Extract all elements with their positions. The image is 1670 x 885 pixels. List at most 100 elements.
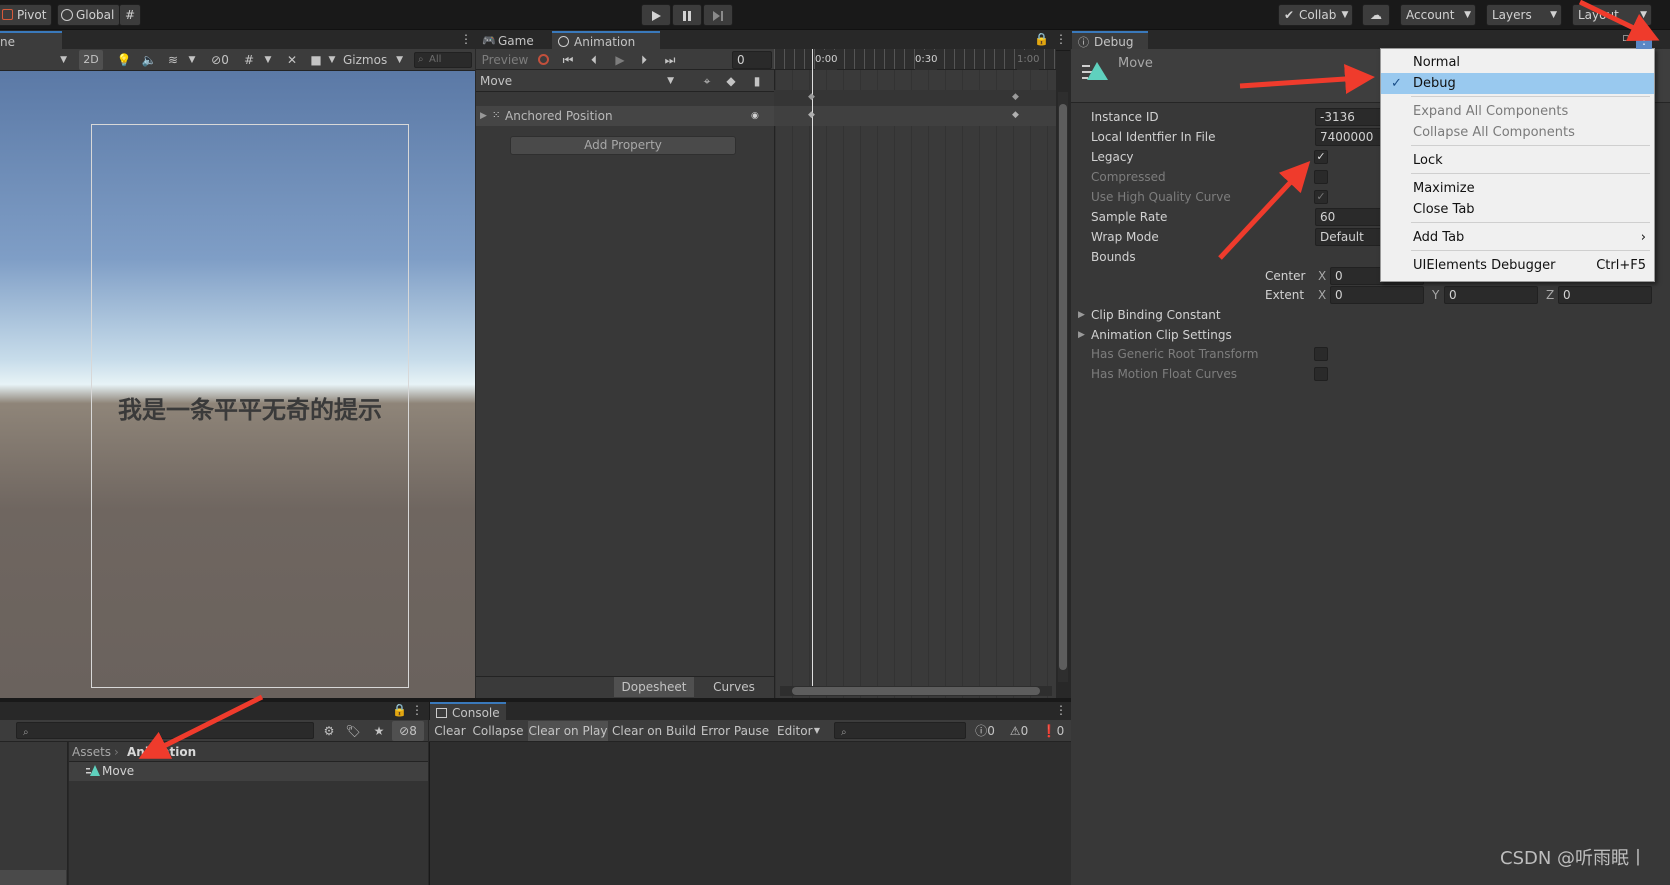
breadcrumb-animation[interactable]: Animation	[127, 742, 196, 762]
effects-icon[interactable]: ≋	[164, 50, 182, 70]
clip-binding-constant-foldout[interactable]: Clip Binding Constant	[1091, 305, 1221, 325]
breadcrumb-assets[interactable]: Assets	[72, 742, 111, 762]
extent-z-field[interactable]: 0	[1558, 286, 1652, 304]
pivot-button[interactable]: Pivot	[0, 4, 53, 26]
more-options-icon[interactable]: ⋮	[460, 32, 472, 46]
menu-item-debug[interactable]: ✓ Debug	[1381, 73, 1654, 94]
account-dropdown[interactable]: Account ▼	[1400, 4, 1476, 26]
hidden-packages-toggle[interactable]: ⊘8	[392, 721, 424, 741]
layers-dropdown[interactable]: Layers ▼	[1486, 4, 1562, 26]
horizontal-scrollbar-thumb[interactable]	[792, 687, 1040, 695]
maximize-corner-icon[interactable]: ▫	[1622, 31, 1629, 44]
inspector-row-checkbox[interactable]	[1314, 170, 1328, 184]
play-button[interactable]	[641, 4, 671, 26]
foldout-arrow-icon[interactable]: ▶	[480, 106, 487, 126]
tab-game[interactable]: 🎮 Game	[476, 31, 542, 51]
warning-count-toggle[interactable]: ⚠0	[1004, 721, 1034, 741]
extent-y-field[interactable]: 0	[1444, 286, 1538, 304]
menu-item-add-tab[interactable]: Add Tab ›	[1381, 227, 1654, 248]
grid-snap-button[interactable]: #	[119, 4, 141, 26]
clear-on-play-toggle[interactable]: Clear on Play	[528, 721, 608, 741]
cloud-button[interactable]: ☁	[1362, 4, 1390, 26]
add-keyframe-icon[interactable]: ◆	[722, 71, 740, 91]
first-key-button[interactable]: ⏮	[558, 50, 578, 70]
inspector-row-checkbox[interactable]: ✓	[1314, 150, 1328, 164]
grid-dropdown-icon[interactable]: ▼	[262, 50, 274, 70]
frame-input[interactable]: 0	[732, 51, 772, 69]
console-search-input[interactable]: ⌕	[834, 722, 966, 739]
last-key-button[interactable]: ⏭	[660, 50, 680, 70]
property-options-icon[interactable]: ◉	[751, 106, 759, 126]
gizmos-dropdown[interactable]: Gizmos ▼	[340, 50, 406, 70]
camera-dropdown-icon[interactable]: ▼	[326, 50, 338, 70]
menu-item-lock[interactable]: Lock	[1381, 150, 1654, 171]
folder-tree-scrollbar[interactable]	[0, 870, 66, 885]
keyframe-icon[interactable]: ◆	[808, 92, 815, 102]
grid-icon[interactable]: #	[240, 50, 258, 70]
menu-item-maximize[interactable]: Maximize	[1381, 178, 1654, 199]
clip-dropdown[interactable]: Move ▼	[478, 71, 678, 91]
clear-on-build-toggle[interactable]: Clear on Build	[612, 721, 696, 741]
more-options-icon[interactable]: ⋮	[411, 703, 423, 717]
tab-scene[interactable]: ne	[0, 31, 62, 51]
menu-item-normal[interactable]: Normal	[1381, 52, 1654, 73]
previous-key-button[interactable]: ⏴	[584, 50, 604, 70]
foldout-arrow-icon[interactable]: ▶	[1078, 325, 1085, 345]
lock-icon[interactable]: 🔒	[1034, 32, 1049, 46]
tab-curves[interactable]: Curves	[694, 677, 774, 697]
console-log-area[interactable]	[429, 742, 1071, 885]
scene-visibility-toggle[interactable]: ⊘0	[206, 50, 234, 70]
search-by-label-icon[interactable]: 🏷	[344, 721, 362, 741]
menu-item-close-tab[interactable]: Close Tab	[1381, 199, 1654, 220]
add-event-icon[interactable]: ▮	[748, 71, 766, 91]
2d-toggle[interactable]: 2D	[79, 50, 103, 70]
add-property-button[interactable]: Add Property	[510, 136, 736, 155]
tab-inspector[interactable]: ⓘ Debug	[1072, 31, 1148, 51]
keyframe-icon[interactable]: ◆	[1012, 92, 1019, 102]
camera-icon[interactable]: ■	[307, 50, 325, 70]
project-search-input[interactable]: ⌕	[16, 722, 314, 739]
audio-icon[interactable]: 🔈	[140, 50, 158, 70]
tools-icon[interactable]: ✕	[283, 50, 301, 70]
layout-dropdown[interactable]: Layout ▼	[1572, 4, 1652, 26]
preview-toggle[interactable]: Preview	[478, 50, 532, 70]
step-button[interactable]	[703, 4, 733, 26]
has-motion-float-checkbox[interactable]	[1314, 367, 1328, 381]
collapse-toggle[interactable]: Collapse	[470, 721, 526, 741]
extent-x-field[interactable]: 0	[1330, 286, 1424, 304]
tab-animation[interactable]: Animation	[552, 31, 660, 51]
foldout-arrow-icon[interactable]: ▶	[1078, 305, 1085, 325]
pause-button[interactable]	[672, 4, 702, 26]
collab-button[interactable]: ✔ Collab ▼	[1278, 4, 1354, 26]
playhead[interactable]	[812, 49, 813, 689]
dopesheet[interactable]	[774, 49, 1056, 698]
clear-button[interactable]: Clear	[432, 721, 468, 741]
tab-dopesheet[interactable]: Dopesheet	[614, 677, 694, 697]
tab-console[interactable]: Console	[430, 702, 506, 722]
next-key-button[interactable]: ⏵	[634, 50, 654, 70]
favorite-icon[interactable]: ★	[370, 721, 388, 741]
has-generic-root-checkbox[interactable]	[1314, 347, 1328, 361]
filter-selection-icon[interactable]: ⌖	[698, 71, 716, 91]
scene-search-input[interactable]: ⌕ All	[414, 52, 472, 68]
lock-icon[interactable]: 🔒	[392, 703, 407, 717]
vertical-scrollbar-thumb[interactable]	[1059, 104, 1067, 670]
animation-clip-settings-foldout[interactable]: Animation Clip Settings	[1091, 325, 1232, 345]
global-button[interactable]: Global	[57, 4, 121, 26]
effects-dropdown-icon[interactable]: ▼	[186, 50, 198, 70]
more-options-icon[interactable]: ⋮	[1055, 703, 1067, 717]
inspector-menu-button[interactable]: ⋮	[1636, 31, 1652, 49]
keyframe-icon[interactable]: ◆	[808, 110, 815, 120]
search-by-type-icon[interactable]: ⚙	[320, 721, 338, 741]
keyframe-icon[interactable]: ◆	[1012, 110, 1019, 120]
draw-mode-dropdown[interactable]: ▼	[0, 50, 70, 70]
inspector-row-checkbox[interactable]: ✓	[1314, 190, 1328, 204]
menu-item-uielements-debugger[interactable]: UIElements Debugger Ctrl+F5	[1381, 255, 1654, 276]
record-button[interactable]	[534, 50, 552, 70]
error-count-toggle[interactable]: ❗0	[1038, 721, 1068, 741]
play-animation-button[interactable]: ▶	[610, 50, 630, 70]
info-count-toggle[interactable]: ⓘ0	[970, 721, 1000, 741]
more-options-icon[interactable]: ⋮	[1055, 32, 1067, 46]
lighting-icon[interactable]: 💡	[115, 50, 133, 70]
editor-dropdown[interactable]: Editor ▼	[774, 721, 822, 741]
